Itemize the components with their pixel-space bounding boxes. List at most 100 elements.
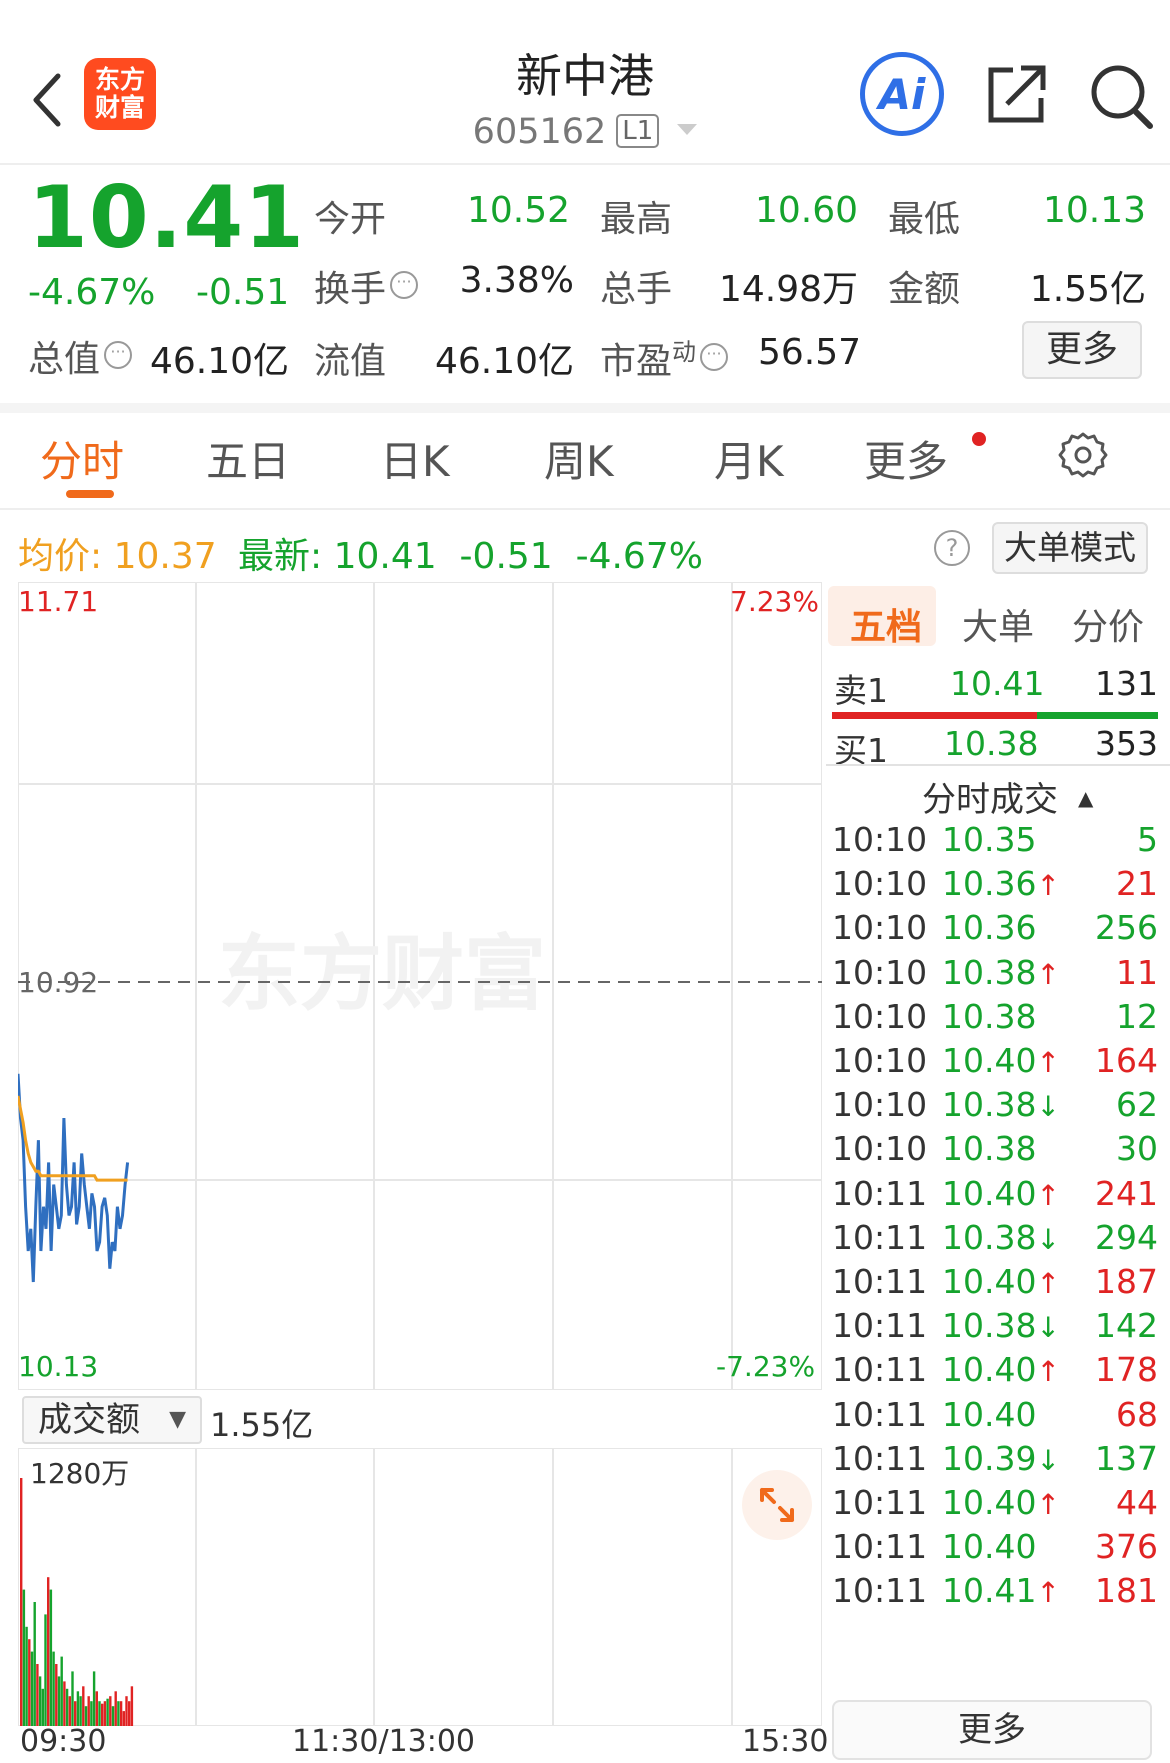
share-icon[interactable] [985, 62, 1049, 126]
tick-price: 10.38↓ [942, 1306, 1060, 1346]
quote-more-button[interactable]: 更多 [1022, 321, 1142, 379]
tick-time: 10:11 [832, 1350, 928, 1390]
divider [0, 403, 1170, 413]
volume-bar [90, 1701, 93, 1726]
tick-volume: 164 [1095, 1041, 1158, 1080]
divider [826, 764, 1170, 766]
tick-price: 10.40 [942, 1394, 1037, 1434]
big-order-mode-button[interactable]: 大单模式 [992, 522, 1148, 574]
tick-row: 10:10 10.38↓ 62 [832, 1085, 1158, 1134]
time-label-mid: 11:30/13:00 [292, 1724, 476, 1759]
tab-five-day[interactable]: 五日 [206, 428, 290, 489]
info-dots-icon[interactable]: ··· [390, 271, 419, 299]
info-dots-icon[interactable]: ··· [104, 341, 133, 369]
pe-value: 56.57 [758, 332, 862, 373]
tick-price: 10.41↑ [942, 1571, 1060, 1611]
volume-bar [109, 1696, 112, 1726]
tab-monthly-k[interactable]: 月K [714, 428, 784, 489]
sell1-volume: 131 [1095, 664, 1158, 703]
avg-price-info: 均价: 10.37 [18, 536, 217, 577]
volume-bar [87, 1696, 90, 1726]
tick-row: 10:11 10.41↑ 181 [832, 1571, 1158, 1620]
tick-volume: 44 [1116, 1483, 1158, 1522]
tick-time: 10:11 [832, 1217, 928, 1257]
tick-row: 10:10 10.40↑ 164 [832, 1041, 1158, 1090]
tick-time: 10:11 [832, 1306, 928, 1346]
help-icon[interactable]: ? [934, 530, 970, 566]
sell1-price: 10.41 [950, 664, 1045, 703]
tick-time: 10:11 [832, 1438, 928, 1478]
tick-time: 10:10 [832, 820, 928, 859]
expand-icon [760, 1488, 794, 1522]
volume-bar [25, 1626, 28, 1726]
volume-bar [57, 1676, 61, 1726]
volume-total: 1.55亿 [210, 1406, 314, 1444]
tick-price: 10.38↑ [942, 952, 1060, 992]
volume-bar [47, 1577, 50, 1726]
volume-bar [122, 1711, 125, 1726]
intraday-price-chart[interactable]: 东方财富 [18, 582, 822, 1390]
volume-bar [30, 1651, 34, 1726]
tick-time: 10:10 [832, 1129, 928, 1169]
tick-volume: 12 [1116, 996, 1158, 1036]
volume-bar [22, 1589, 26, 1726]
volume-bar [106, 1698, 109, 1726]
tab-more[interactable]: 更多 [864, 428, 948, 489]
top-bar: 东方 财富 新中港 605162 L1 Ai [0, 0, 1170, 165]
volume-bar [20, 1478, 23, 1726]
tick-row: 10:10 10.35 5 [832, 820, 1158, 869]
amount-label: 金额 [888, 269, 961, 310]
volume-chart[interactable] [18, 1448, 822, 1726]
volume-bar [68, 1696, 71, 1726]
volume-bar [98, 1701, 101, 1726]
tab-weekly-k[interactable]: 周K [544, 428, 614, 489]
tick-volume: 68 [1116, 1394, 1158, 1434]
tick-price: 10.39↓ [942, 1438, 1060, 1478]
high-label: 最高 [600, 199, 673, 240]
tick-price: 10.38↓ [942, 1217, 1060, 1257]
tick-row: 10:10 10.38 30 [832, 1129, 1158, 1178]
ai-assistant-button[interactable]: Ai [860, 52, 944, 136]
ticks-more-button[interactable]: 更多 [832, 1700, 1152, 1760]
volume-bar [79, 1696, 82, 1726]
tick-row: 10:11 10.40↑ 187 [832, 1262, 1158, 1311]
tick-row: 10:11 10.40↑ 178 [832, 1350, 1158, 1399]
info-dots-icon[interactable]: ··· [700, 343, 729, 371]
volume-bar [33, 1602, 36, 1726]
volume-bar [55, 1664, 58, 1726]
arrow-down-icon: ↓ [1036, 1443, 1060, 1477]
volume-max-label: 1280万 [30, 1457, 130, 1490]
tab-order-book[interactable]: 五档 [850, 598, 922, 650]
gear-icon[interactable] [1058, 430, 1108, 480]
arrow-up-icon: ↑ [1036, 1267, 1060, 1300]
tab-price-distribution[interactable]: 分价 [1072, 598, 1144, 650]
tab-intraday[interactable]: 分时 [40, 428, 124, 489]
tick-price: 10.40 [942, 1527, 1037, 1567]
volume-bar [63, 1681, 66, 1726]
sell1-label: 卖1 [834, 671, 888, 710]
caret-up-icon: ▲ [1078, 786, 1094, 810]
tick-time: 10:10 [832, 1041, 928, 1080]
tick-time: 10:11 [832, 1571, 928, 1611]
volume-bar [82, 1686, 85, 1726]
ticks-header[interactable]: 分时成交 ▲ [922, 772, 1093, 821]
expand-chart-button[interactable] [742, 1470, 812, 1540]
volume-grid [195, 1448, 733, 1726]
turnover-value: 3.38% [459, 260, 574, 301]
volume-bar [41, 1688, 44, 1726]
volume-metric-selector[interactable]: 成交额 ▼ [22, 1396, 202, 1444]
volume-bar [74, 1701, 77, 1726]
change-amount: -0.51 [196, 272, 290, 313]
tick-time: 10:10 [832, 996, 928, 1036]
tick-time: 10:11 [832, 1173, 928, 1213]
notification-dot [972, 432, 986, 446]
volume-bar [130, 1686, 134, 1726]
volume-bar [28, 1639, 31, 1726]
tick-time: 10:11 [832, 1483, 928, 1522]
volume-bar [52, 1651, 55, 1726]
tick-volume: 181 [1095, 1571, 1158, 1611]
tab-big-orders[interactable]: 大单 [962, 598, 1034, 650]
tab-daily-k[interactable]: 日K [380, 428, 450, 489]
search-icon[interactable] [1088, 60, 1154, 130]
volume-bar [114, 1691, 117, 1726]
